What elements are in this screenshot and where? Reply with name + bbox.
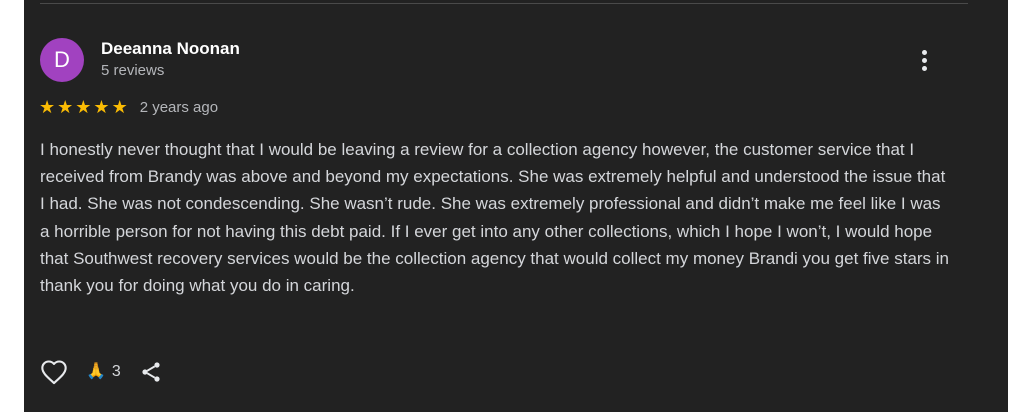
divider	[40, 3, 968, 4]
rating-row: ★ ★ ★ ★ ★ 2 years ago	[39, 96, 218, 118]
review-age: 2 years ago	[139, 98, 219, 116]
folded-hands-icon: 🙏	[86, 363, 106, 380]
reviewer-name[interactable]: Deeanna Noonan	[101, 39, 240, 59]
share-icon	[142, 362, 160, 382]
star-rating: ★ ★ ★ ★ ★	[39, 98, 128, 116]
share-button[interactable]	[135, 356, 167, 388]
star-icon: ★	[93, 97, 110, 117]
star-icon: ★	[111, 97, 128, 117]
review-count: 5 reviews	[101, 62, 165, 79]
more-vert-icon	[921, 49, 927, 71]
more-options-button[interactable]	[908, 44, 940, 76]
star-icon: ★	[75, 97, 92, 117]
reaction-count: 3	[111, 363, 121, 380]
review-card: D Deeanna Noonan 5 reviews ★ ★ ★ ★ ★ 2 years…	[24, 0, 1008, 412]
avatar[interactable]: D	[40, 38, 84, 82]
star-icon: ★	[57, 97, 74, 117]
heart-outline-icon	[41, 360, 67, 385]
reaction-button[interactable]: 🙏 3	[86, 356, 121, 388]
star-icon: ★	[39, 97, 56, 117]
review-actions: 🙏 3	[38, 356, 167, 388]
review-text: I honestly never thought that I would be…	[40, 140, 950, 296]
like-button[interactable]	[38, 356, 70, 388]
